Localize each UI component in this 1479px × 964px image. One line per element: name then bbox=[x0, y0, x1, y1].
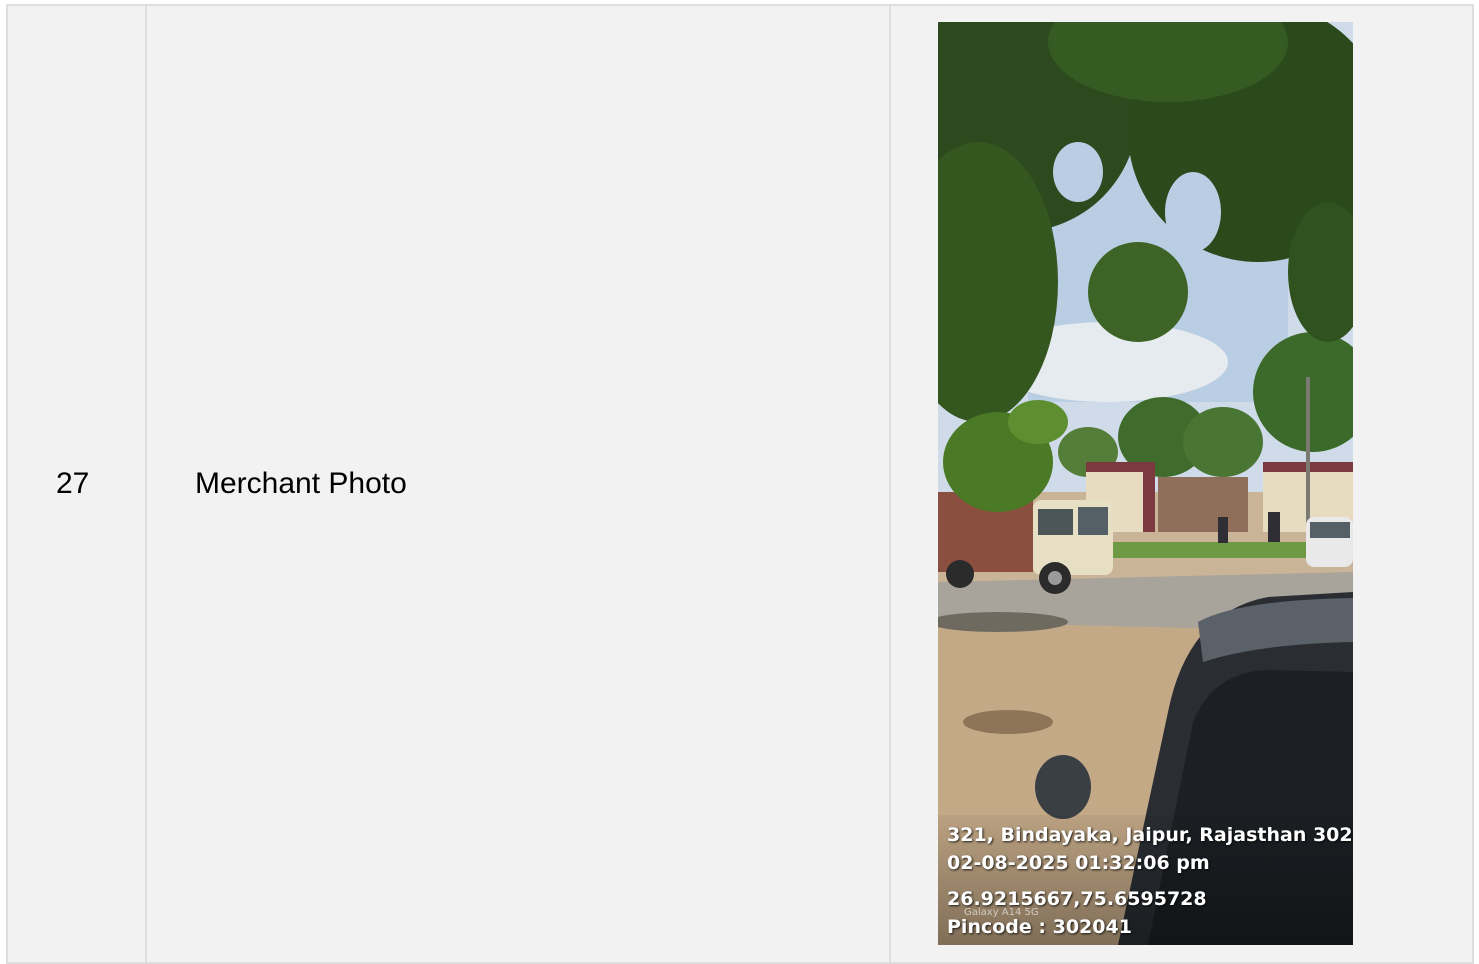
photo-address: 321, Bindayaka, Jaipur, Rajasthan 302041… bbox=[947, 824, 1353, 846]
photo-camera-watermark: Galaxy A14 5G bbox=[964, 907, 1039, 918]
row-label-cell: Merchant Photo bbox=[147, 6, 891, 962]
row-index: 27 bbox=[56, 467, 90, 500]
merchant-photo[interactable]: 321, Bindayaka, Jaipur, Rajasthan 302041… bbox=[938, 22, 1353, 945]
row-label: Merchant Photo bbox=[195, 467, 407, 500]
data-table: 27 Merchant Photo 321, Bindayaka, Jaipur… bbox=[6, 4, 1474, 964]
photo-datetime: 02-08-2025 01:32:06 pm bbox=[947, 852, 1210, 874]
photo-geotag-overlay: 321, Bindayaka, Jaipur, Rajasthan 302041… bbox=[938, 815, 1353, 945]
row-index-cell: 27 bbox=[8, 6, 147, 962]
merchant-photo-image bbox=[938, 22, 1353, 945]
row-photo-cell: 321, Bindayaka, Jaipur, Rajasthan 302041… bbox=[891, 6, 1472, 962]
